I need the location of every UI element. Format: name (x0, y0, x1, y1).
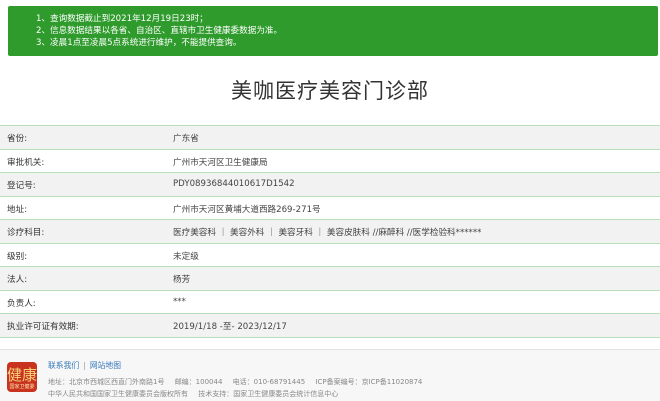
page-footer: 健康 国家卫健委 联系我们 | 网站地图 地址：北京市西城区西直门外南路1号 邮编：… (0, 349, 660, 401)
table-row-departments: 诊疗科目: 医疗美容科 ｜ 美容外科 ｜ 美容牙科 ｜ 美容皮肤科 //麻醉科 … (0, 220, 660, 244)
row-label: 登记号: (7, 181, 36, 191)
notice-line: 1、查询数据截止到2021年12月19日23时； (36, 14, 208, 24)
table-row-province: 省份: 广东省 (0, 126, 660, 150)
footer-links: 联系我们 | 网站地图 (48, 361, 122, 370)
site-map-link[interactable]: 网站地图 (90, 361, 121, 370)
row-value: 杨芳 (173, 275, 191, 285)
footer-copyright: 中华人民共和国国家卫生健康委员会版权所有 (48, 390, 188, 398)
footer-postcode: 邮编：100044 (174, 378, 223, 386)
row-value: 广州市天河区黄埔大道西路269-271号 (173, 204, 321, 215)
row-value: 未定级 (173, 251, 199, 262)
footer-address: 地址：北京市西城区西直门外南路1号 (48, 378, 165, 386)
contact-us-link[interactable]: 联系我们 (48, 361, 79, 370)
nhc-logo: 健康 国家卫健委 (7, 362, 37, 392)
table-row-legal-person: 法人: 杨芳 (0, 267, 660, 291)
row-value: 广州市天河区卫生健康局 (173, 157, 268, 168)
row-value: 医疗美容科 ｜ 美容外科 ｜ 美容牙科 ｜ 美容皮肤科 //麻醉科 //医学检验… (173, 228, 482, 238)
footer-contact: 地址：北京市西城区西直门外南路1号 邮编：100044 电话：010-68791… (48, 377, 430, 387)
row-value: *** (173, 296, 186, 307)
footer-icp: ICP备案编号：京ICP备11020874 (315, 378, 423, 386)
table-row-level: 级别: 未定级 (0, 244, 660, 267)
row-value: PDY08936844010617D1542 (173, 179, 295, 189)
table-row-address: 地址: 广州市天河区黄埔大道西路269-271号 (0, 197, 660, 220)
info-table: 省份: 广东省 审批机关: 广州市天河区卫生健康局 登记号: PDY089368… (0, 125, 660, 338)
footer-phone: 电话：010-68791445 (232, 378, 306, 386)
row-label: 省份: (7, 134, 28, 144)
page-title: 美咖医疗美容门诊部 (231, 79, 429, 103)
row-label: 诊疗科目: (7, 228, 45, 238)
row-label: 执业许可证有效期: (7, 322, 79, 332)
notice-line: 2、信息数据结果以各省、自治区、直辖市卫生健康委数据为准。 (36, 26, 283, 36)
notice-line: 3、凌晨1点至凌晨5点系统进行维护，不能提供查询。 (36, 38, 242, 48)
table-row-license-validity: 执业许可证有效期: 2019/1/18 -至- 2023/12/17 (0, 314, 660, 338)
row-label: 负责人: (7, 298, 36, 309)
row-value: 2019/1/18 -至- 2023/12/17 (173, 322, 287, 332)
row-label: 法人: (7, 275, 28, 285)
row-value: 广东省 (173, 134, 199, 144)
row-label: 审批机关: (7, 157, 45, 168)
logo-emblem-icon: 健康 (7, 365, 38, 384)
notice-banner: 1、查询数据截止到2021年12月19日23时； 2、信息数据结果以各省、自治区… (8, 6, 658, 56)
table-row-authority: 审批机关: 广州市天河区卫生健康局 (0, 150, 660, 173)
table-row-registration: 登记号: PDY08936844010617D1542 (0, 173, 660, 197)
row-label: 级别: (7, 251, 28, 262)
footer-support: 技术支持：国家卫生健康委员会统计信息中心 (198, 390, 339, 398)
logo-caption: 国家卫健委 (9, 384, 35, 390)
footer-copyright-line: 中华人民共和国国家卫生健康委员会版权所有 技术支持：国家卫生健康委员会统计信息中… (48, 389, 346, 399)
row-label: 地址: (7, 204, 28, 215)
table-row-responsible: 负责人: *** (0, 291, 660, 314)
